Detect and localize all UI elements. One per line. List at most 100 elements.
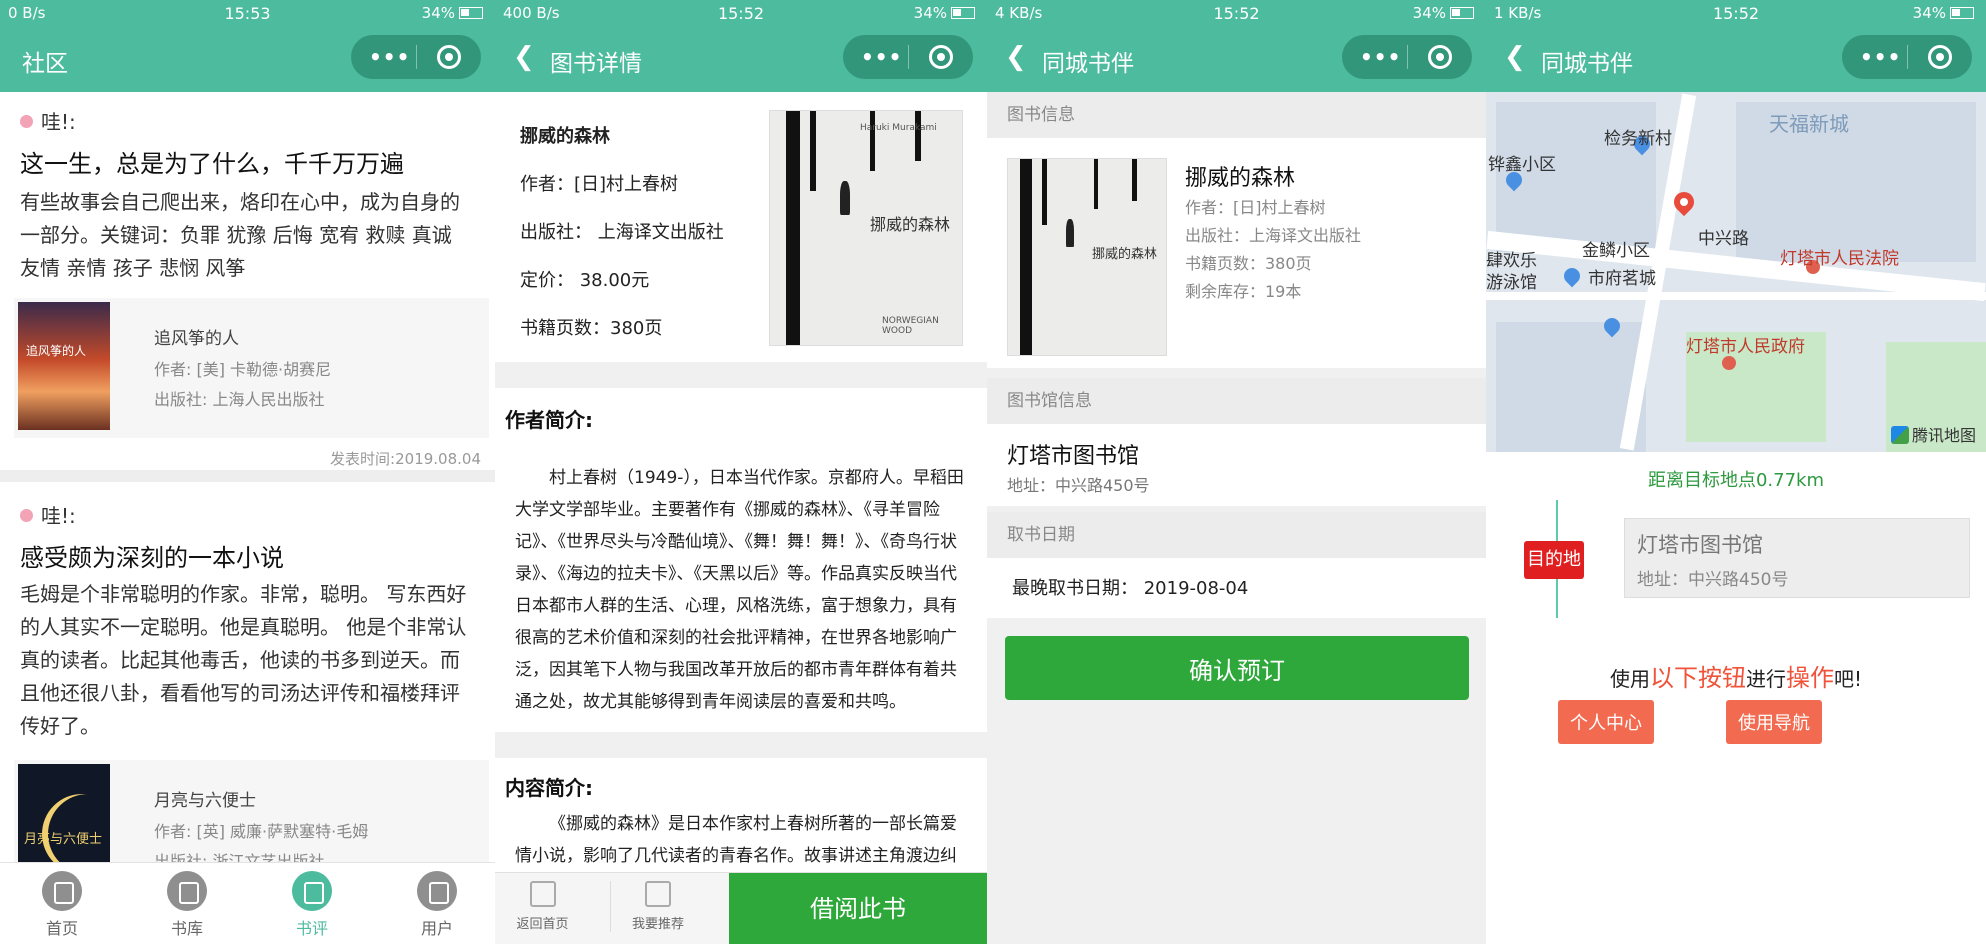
- close-miniprogram-icon[interactable]: [1428, 45, 1452, 69]
- book-author: 作者：[日]村上春树: [1185, 198, 1326, 217]
- battery-percent: 34%: [421, 4, 455, 22]
- status-bar: 4 KB/s 15:52 34%: [987, 0, 1486, 26]
- map-label: 游泳馆: [1486, 273, 1537, 293]
- library-info-card: 灯塔市图书馆 地址：中兴路450号: [987, 424, 1486, 506]
- post-card[interactable]: 哇!: 这一生，总是为了什么，千千万万遍 有些故事会自己爬出来，烙印在心中，成为…: [0, 92, 495, 470]
- bottom-action-bar: 返回首页 我要推荐 借阅此书: [495, 872, 987, 944]
- borrow-button[interactable]: 借阅此书: [729, 873, 987, 944]
- back-home-button[interactable]: 返回首页: [495, 881, 590, 932]
- figure-graphic: [1066, 219, 1074, 247]
- book-info-card: 挪威的森林 挪威的森林 作者：[日]村上春树 出版社：上海译文出版社 书籍页数：…: [987, 138, 1486, 368]
- prompt-part: 使用: [1609, 667, 1650, 691]
- book-author: 作者：[日]村上春树: [520, 174, 679, 195]
- tab-library[interactable]: 书库: [147, 871, 227, 939]
- network-speed: 1 KB/s: [1494, 4, 1542, 22]
- map-provider-label: 腾讯地图: [1911, 426, 1976, 445]
- reservation-screen: 4 KB/s 15:52 34% ❮ 同城书伴 ••• 图书信息 挪威的森林 挪…: [987, 0, 1486, 944]
- battery-status: 34%: [422, 4, 483, 22]
- clock: 15:53: [224, 4, 271, 23]
- clock: 15:52: [1213, 4, 1260, 23]
- personal-center-button[interactable]: 个人中心: [1558, 700, 1654, 744]
- book-card[interactable]: 追风筝的人 追风筝的人 作者: [美] 卡勒德·胡赛尼 出版社: 上海人民出版社: [14, 298, 489, 438]
- content-intro-text: 《挪威的森林》是日本作家村上春树所著的一部长篇爱情小说，影响了几代读者的青春名作…: [515, 814, 957, 866]
- close-miniprogram-icon[interactable]: [1928, 45, 1952, 69]
- more-icon[interactable]: •••: [861, 45, 902, 69]
- library-address: 地址：中兴路450号: [1007, 476, 1150, 495]
- tree-graphic: [1042, 159, 1047, 225]
- nav-bar: ❮ 同城书伴 •••: [1486, 26, 1986, 92]
- book-price: 定价： 38.00元: [520, 270, 650, 291]
- cover-author: Haruki Murakami: [860, 123, 937, 133]
- battery-percent: 34%: [1412, 4, 1446, 22]
- user-icon: [417, 871, 457, 911]
- tree-graphic: [786, 111, 800, 345]
- book-author: 作者: [美] 卡勒德·胡赛尼: [154, 360, 332, 379]
- tab-label: 书库: [170, 919, 203, 938]
- book-header: 挪威的森林 作者：[日]村上春树 出版社： 上海译文出版社 定价： 38.00元…: [495, 92, 987, 362]
- section-divider: [495, 362, 987, 388]
- map-label: 灯塔市人民政府: [1686, 337, 1805, 357]
- network-speed: 0 B/s: [8, 4, 46, 22]
- close-miniprogram-icon[interactable]: [929, 45, 953, 69]
- post-user: 哇!:: [20, 106, 76, 135]
- book-icon: [529, 881, 556, 907]
- prompt-part: 进行: [1745, 667, 1786, 691]
- content-intro-heading: 内容简介:: [505, 776, 593, 800]
- more-icon[interactable]: •••: [1360, 45, 1401, 69]
- back-icon[interactable]: ❮: [1005, 42, 1027, 72]
- tab-home[interactable]: 首页: [22, 871, 102, 939]
- close-miniprogram-icon[interactable]: [437, 45, 461, 69]
- network-speed: 4 KB/s: [995, 4, 1043, 22]
- book-author: 作者: [英] 威廉·萨默塞特·毛姆: [154, 822, 369, 841]
- tab-label: 用户: [420, 919, 453, 938]
- post-card[interactable]: 哇!: 感受颇为深刻的一本小说 毛姆是个非常聪明的作家。非常，聪明。 写东西好的…: [0, 482, 495, 900]
- start-navigation-button[interactable]: 使用导航: [1726, 700, 1822, 744]
- tab-reviews[interactable]: 书评: [272, 871, 352, 939]
- section-heading: 图书信息: [987, 92, 1486, 138]
- recommend-button[interactable]: 我要推荐: [610, 881, 705, 932]
- map-view[interactable]: 天福新城 检务新村 铧鑫小区 中兴路 灯塔市人民法院 肆欢乐 游泳馆 金鳞小区 …: [1486, 92, 1986, 452]
- book-publisher: 出版社: 上海人民出版社: [154, 390, 325, 409]
- prompt-highlight: 以下按钮: [1649, 664, 1746, 692]
- book-title: 追风筝的人: [154, 329, 239, 349]
- battery-percent: 34%: [913, 4, 947, 22]
- tree-graphic: [870, 111, 875, 171]
- instruction-text: 使用以下按钮进行操作吧!: [1486, 658, 1986, 693]
- section-heading: 取书日期: [987, 512, 1486, 558]
- confirm-reservation-button[interactable]: 确认预订: [1005, 636, 1469, 700]
- pickup-deadline: 最晚取书日期： 2019-08-04: [1012, 578, 1249, 599]
- miniprogram-capsule: •••: [843, 35, 973, 79]
- chat-icon: [292, 871, 332, 911]
- destination-tag: 目的地: [1524, 541, 1584, 579]
- post-user: 哇!:: [20, 500, 76, 529]
- more-icon[interactable]: •••: [1860, 45, 1901, 69]
- battery-icon: [1450, 7, 1474, 19]
- tab-user[interactable]: 用户: [397, 871, 477, 939]
- post-title: 感受颇为深刻的一本小说: [20, 544, 284, 572]
- cover-title: 挪威的森林: [1092, 247, 1158, 262]
- chat-icon: [645, 881, 671, 907]
- button-label: 返回首页: [516, 917, 569, 932]
- author-intro-text: 村上春树（1949-），日本当代作家。京都府人。早稻田大学文学部毕业。主要著作有…: [515, 468, 964, 712]
- book-title: 挪威的森林: [1185, 166, 1296, 191]
- post-divider: [0, 470, 495, 482]
- map-label: 市府茗城: [1588, 269, 1656, 289]
- back-icon[interactable]: ❮: [1504, 42, 1526, 72]
- book-icon: [42, 871, 82, 911]
- book-detail-screen: 400 B/s 15:52 34% ❮ 图书详情 ••• 挪威的森林 作者：[日…: [495, 0, 987, 944]
- map-label: 灯塔市人民法院: [1780, 249, 1899, 269]
- network-speed: 400 B/s: [503, 4, 560, 22]
- cover-title: 挪威的森林: [870, 215, 951, 234]
- prompt-highlight: 操作: [1785, 664, 1834, 692]
- post-title: 这一生，总是为了什么，千千万万遍: [20, 150, 404, 178]
- clock: 15:52: [717, 4, 765, 23]
- book-title: 挪威的森林: [520, 126, 610, 147]
- prompt-part: 吧!: [1833, 667, 1863, 691]
- book-publisher: 出版社： 上海译文出版社: [520, 222, 724, 243]
- more-icon[interactable]: •••: [369, 45, 410, 69]
- library-name: 灯塔市图书馆: [1007, 444, 1140, 469]
- author-intro-heading: 作者简介:: [505, 408, 593, 432]
- post-time: 发表时间:2019.08.04: [330, 450, 481, 468]
- tree-graphic: [915, 111, 921, 161]
- back-icon[interactable]: ❮: [513, 42, 535, 72]
